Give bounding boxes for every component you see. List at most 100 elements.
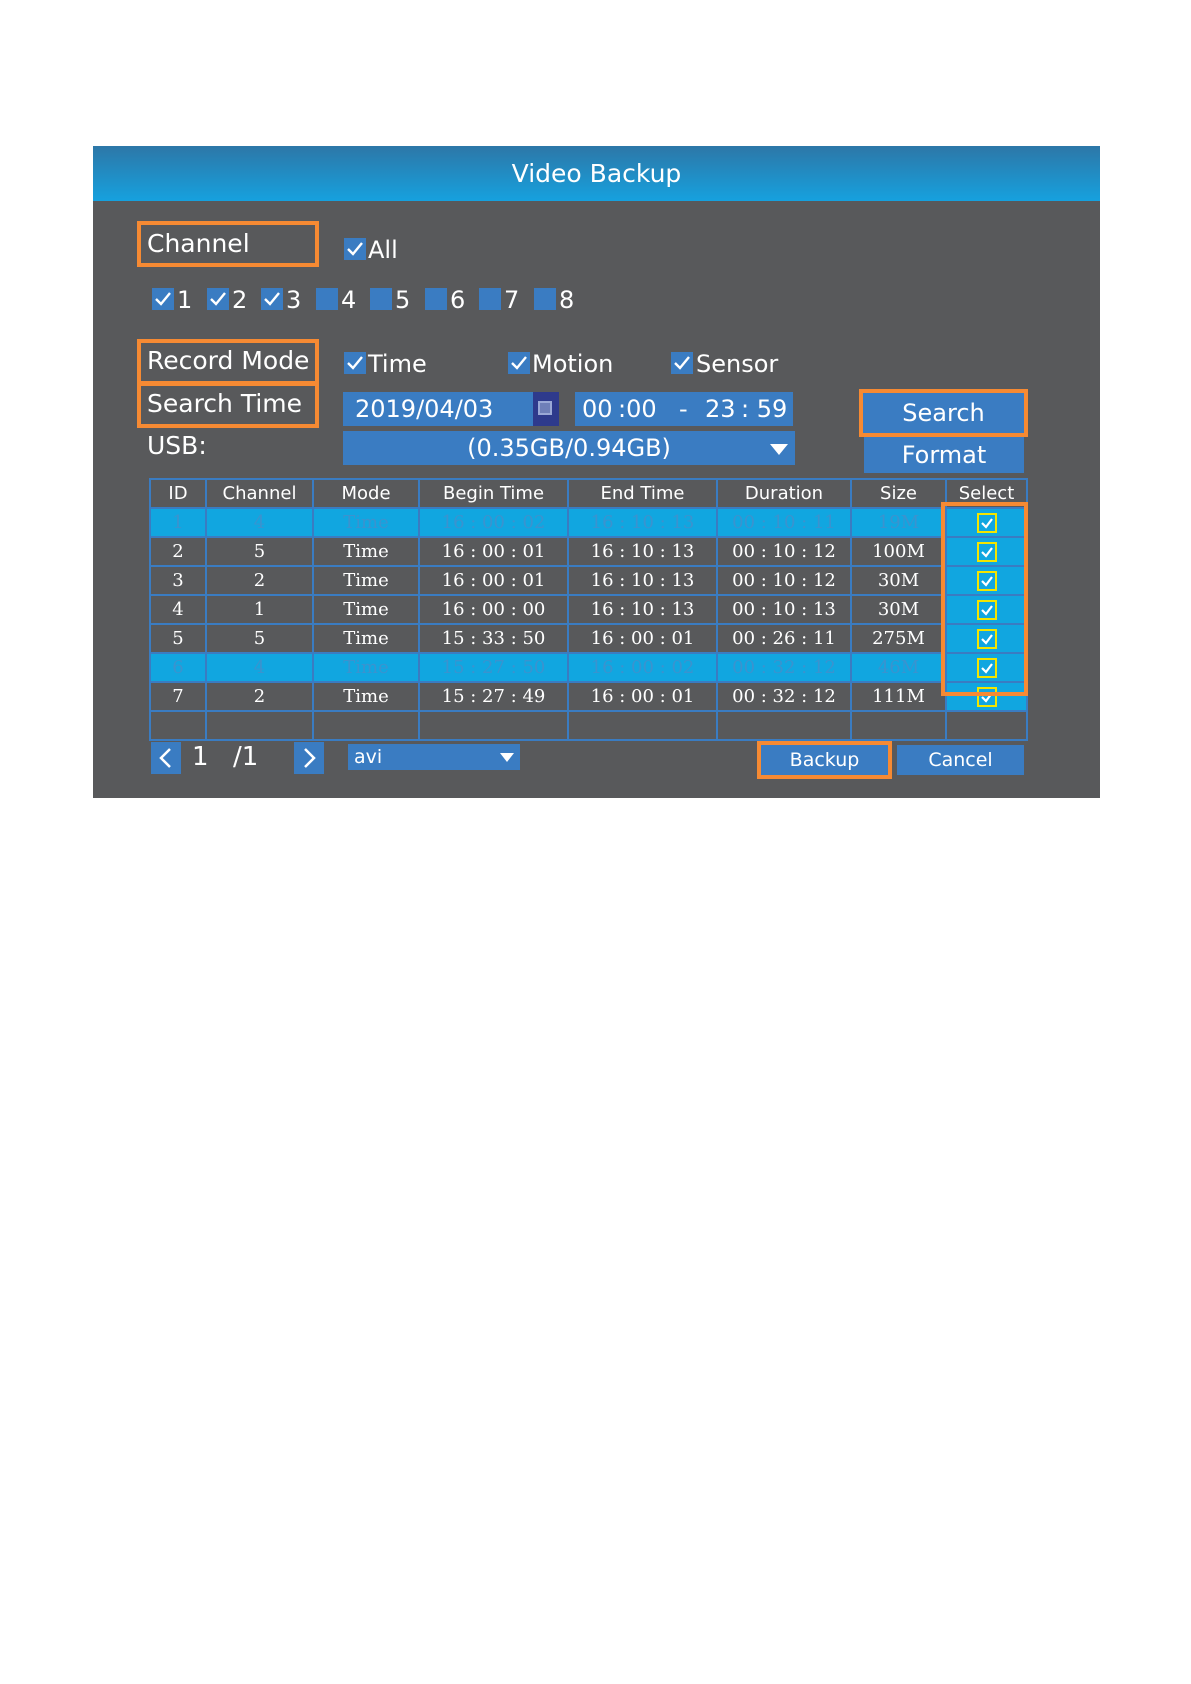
- table-row[interactable]: 7 2 Time 15 : 27 : 49 16 : 00 : 01 00 : 32 : …: [149, 681, 1028, 712]
- record-mode-sensor-label: Sensor: [696, 350, 779, 378]
- channel-5-label: 5: [395, 286, 411, 314]
- channel-8-checkbox[interactable]: [534, 288, 556, 310]
- record-mode-sensor-checkbox[interactable]: [671, 352, 693, 374]
- channel-3-checkbox[interactable]: [261, 288, 283, 310]
- empty-cell: [205, 710, 314, 741]
- calendar-button[interactable]: [533, 392, 559, 426]
- cell-end: 16 : 00 : 02: [567, 652, 718, 683]
- dropdown-arrow-icon: [497, 747, 517, 767]
- cell-mode: Time: [312, 507, 420, 538]
- file-format-value: avi: [354, 746, 383, 768]
- channel-all-checkbox[interactable]: [344, 238, 366, 260]
- empty-cell: [716, 710, 852, 741]
- cell-id: 4: [149, 594, 207, 625]
- record-mode-time-label: Time: [368, 350, 427, 378]
- record-mode-label: Record Mode: [147, 346, 310, 375]
- cell-size: 111M: [850, 681, 947, 712]
- search-date-field[interactable]: 2019/04/03: [343, 392, 543, 426]
- cell-end: 16 : 00 : 01: [567, 681, 718, 712]
- channel-7-label: 7: [504, 286, 520, 314]
- cell-size: 30M: [850, 594, 947, 625]
- next-page-button[interactable]: [294, 742, 324, 774]
- cell-duration: 00 : 32 : 12: [716, 652, 852, 683]
- cell-end: 16 : 00 : 01: [567, 623, 718, 654]
- check-icon: [674, 356, 690, 370]
- end-hour[interactable]: 23: [705, 392, 736, 426]
- usb-capacity: (0.35GB/0.94GB): [467, 434, 671, 462]
- table-row[interactable]: 3 2 Time 16 : 00 : 01 16 : 10 : 13 00 : 10 : …: [149, 565, 1028, 596]
- backup-button[interactable]: Backup: [761, 745, 888, 775]
- channel-6-checkbox[interactable]: [425, 288, 447, 310]
- column-header-duration[interactable]: Duration: [716, 478, 852, 509]
- file-format-select[interactable]: avi: [348, 744, 520, 770]
- start-minute[interactable]: :00: [618, 392, 657, 426]
- check-icon: [511, 356, 527, 370]
- title-bar: Video Backup: [93, 146, 1100, 201]
- usb-device-select[interactable]: (0.35GB/0.94GB): [343, 431, 795, 465]
- column-header-begin-time[interactable]: Begin Time: [418, 478, 569, 509]
- table-row[interactable]: 1 4 Time 16 : 00 : 02 16 : 10 : 13 00 : 10 : …: [149, 507, 1028, 538]
- cell-id: 1: [149, 507, 207, 538]
- channel-2-label: 2: [232, 286, 248, 314]
- usb-label: USB:: [147, 431, 207, 460]
- cell-mode: Time: [312, 623, 420, 654]
- cell-duration: 00 : 10 : 11: [716, 507, 852, 538]
- format-button[interactable]: Format: [864, 437, 1024, 473]
- table-row[interactable]: 4 1 Time 16 : 00 : 00 16 : 10 : 13 00 : 10 : …: [149, 594, 1028, 625]
- column-header-size[interactable]: Size: [850, 478, 947, 509]
- channel-1-checkbox[interactable]: [152, 288, 174, 310]
- column-header-id[interactable]: ID: [149, 478, 207, 509]
- channel-2-checkbox[interactable]: [207, 288, 229, 310]
- cell-mode: Time: [312, 652, 420, 683]
- cell-begin: 16 : 00 : 01: [418, 536, 569, 567]
- cell-size: 30M: [850, 565, 947, 596]
- cell-channel: 2: [205, 565, 314, 596]
- cell-id: 3: [149, 565, 207, 596]
- check-icon: [155, 292, 171, 306]
- channel-3-label: 3: [286, 286, 302, 314]
- cell-mode: Time: [312, 594, 420, 625]
- channel-all-label: All: [368, 236, 398, 264]
- cell-begin: 15 : 33 : 50: [418, 623, 569, 654]
- cell-mode: Time: [312, 565, 420, 596]
- channel-4-checkbox[interactable]: [316, 288, 338, 310]
- column-header-channel[interactable]: Channel: [205, 478, 314, 509]
- record-mode-time-checkbox[interactable]: [344, 352, 366, 374]
- cell-begin: 16 : 00 : 01: [418, 565, 569, 596]
- cell-channel: 5: [205, 536, 314, 567]
- channel-label: Channel: [147, 229, 250, 258]
- channel-8-label: 8: [559, 286, 575, 314]
- channel-1-label: 1: [177, 286, 193, 314]
- table-header-row: ID Channel Mode Begin Time End Time Dura…: [149, 478, 1028, 509]
- cell-end: 16 : 10 : 13: [567, 536, 718, 567]
- table-row[interactable]: 6 4 Time 15 : 27 : 50 16 : 00 : 02 00 : 32 : …: [149, 652, 1028, 683]
- dialog-title: Video Backup: [511, 159, 682, 188]
- cancel-button[interactable]: Cancel: [897, 745, 1024, 775]
- previous-page-button[interactable]: [151, 742, 181, 774]
- empty-row: [149, 710, 1028, 741]
- dropdown-arrow-icon: [767, 436, 791, 460]
- end-minute[interactable]: : 59: [741, 392, 787, 426]
- empty-cell: [945, 710, 1028, 741]
- cell-mode: Time: [312, 681, 420, 712]
- table-row[interactable]: 2 5 Time 16 : 00 : 01 16 : 10 : 13 00 : 10 : …: [149, 536, 1028, 567]
- total-pages: /1: [233, 742, 259, 772]
- column-header-end-time[interactable]: End Time: [567, 478, 718, 509]
- channel-5-checkbox[interactable]: [370, 288, 392, 310]
- table-row[interactable]: 5 5 Time 15 : 33 : 50 16 : 00 : 01 00 : 26 : …: [149, 623, 1028, 654]
- record-mode-motion-checkbox[interactable]: [508, 352, 530, 374]
- search-button[interactable]: Search: [863, 393, 1024, 433]
- cell-channel: 5: [205, 623, 314, 654]
- channel-7-checkbox[interactable]: [479, 288, 501, 310]
- cell-begin: 15 : 27 : 49: [418, 681, 569, 712]
- cell-size: 100M: [850, 536, 947, 567]
- column-header-mode[interactable]: Mode: [312, 478, 420, 509]
- cell-size: 46M: [850, 652, 947, 683]
- calendar-icon: [538, 401, 552, 415]
- empty-cell: [149, 710, 207, 741]
- start-hour[interactable]: 00: [582, 392, 613, 426]
- current-page: 1: [192, 742, 209, 772]
- check-icon: [347, 356, 363, 370]
- search-time-range-field[interactable]: 00 :00 - 23 : 59: [575, 392, 793, 426]
- empty-cell: [567, 710, 718, 741]
